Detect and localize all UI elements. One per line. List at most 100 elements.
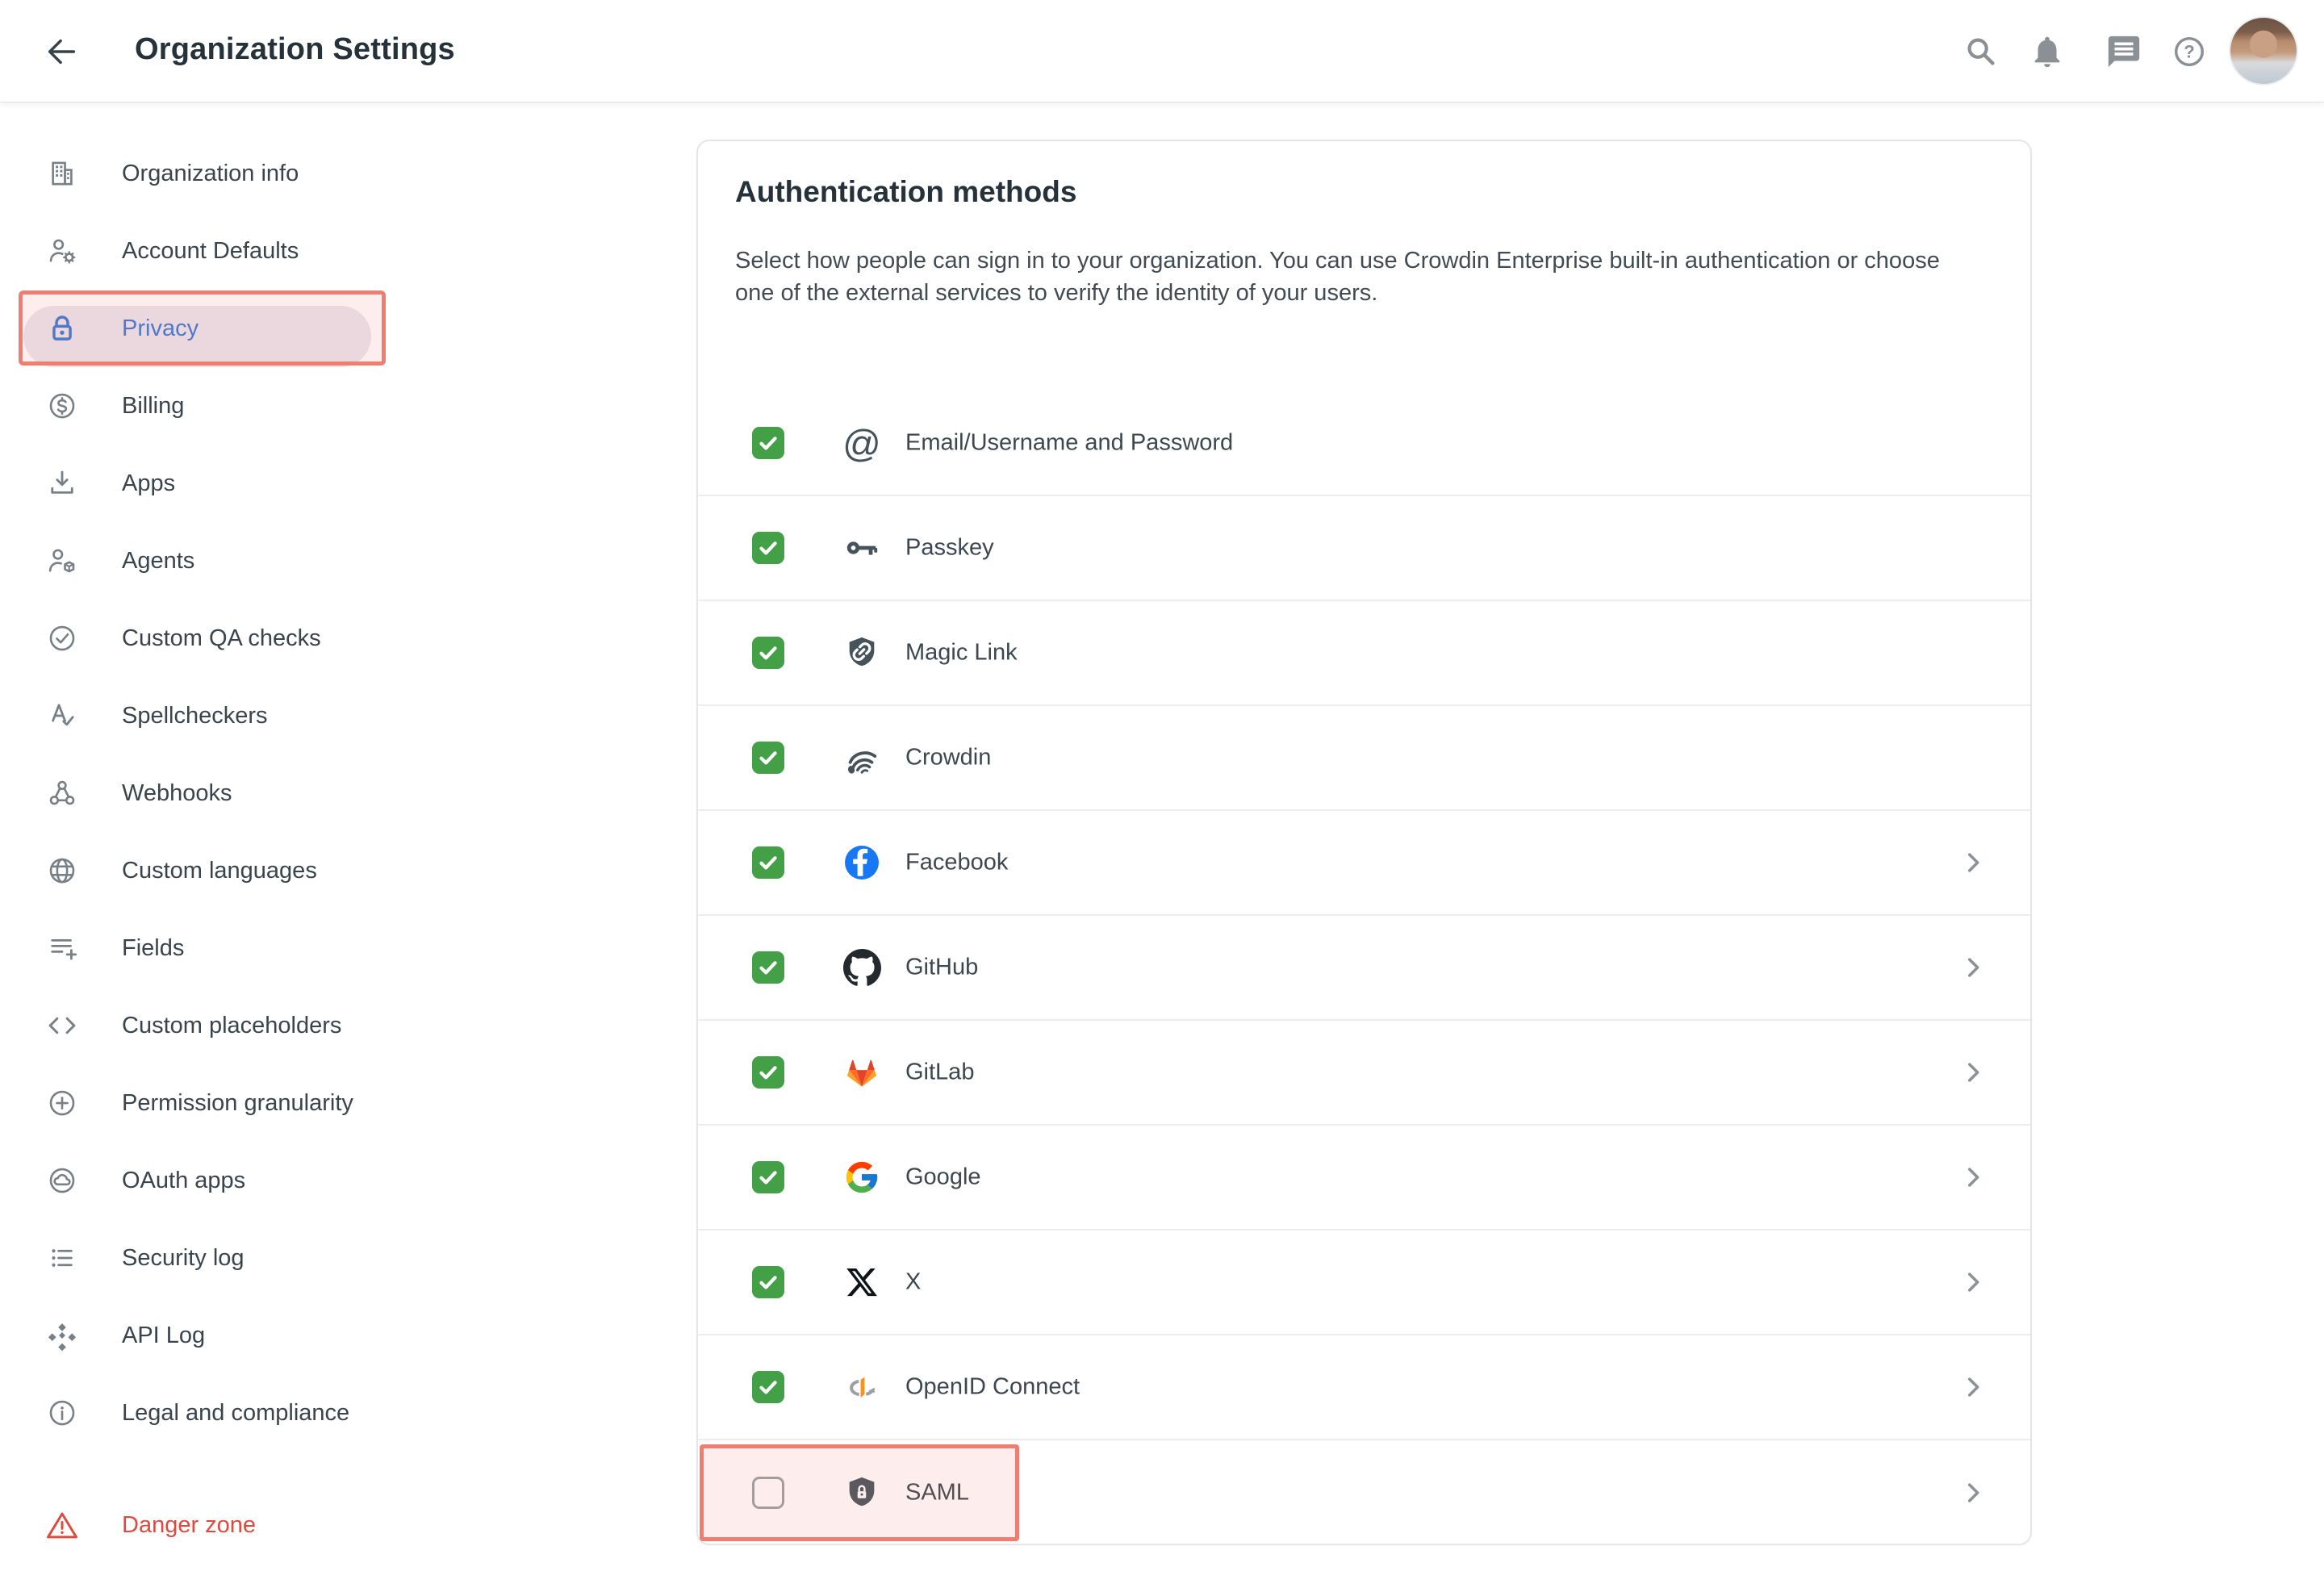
sidebar-item-label: Fields <box>122 935 184 962</box>
chevron-right-icon[interactable] <box>1958 1268 1988 1297</box>
sidebar-item-label: Apps <box>122 470 175 497</box>
auth-methods-list: @ Email/Username and Password Passkey Ma… <box>698 391 2030 1545</box>
list-icon <box>44 1240 80 1276</box>
chevron-right-icon[interactable] <box>1958 953 1988 982</box>
auth-method-label: X <box>905 1269 921 1296</box>
sidebar-item-webhooks[interactable]: Webhooks <box>0 754 436 832</box>
crowdin-icon <box>841 737 883 779</box>
auth-row-magic-link: Magic Link <box>698 601 2030 706</box>
sidebar-item-label: Spellcheckers <box>122 703 268 729</box>
auth-row-google[interactable]: Google <box>698 1126 2030 1231</box>
sidebar-item-label: Organization info <box>122 161 299 187</box>
sidebar-item-label: Agents <box>122 548 194 575</box>
sidebar-item-billing[interactable]: Billing <box>0 367 436 445</box>
sidebar-item-security-log[interactable]: Security log <box>0 1219 436 1297</box>
auth-row-crowdin: Crowdin <box>698 706 2030 811</box>
sidebar-item-spellcheckers[interactable]: Spellcheckers <box>0 677 436 754</box>
search-icon[interactable] <box>1962 33 2000 70</box>
key-icon <box>841 527 883 569</box>
x-icon <box>841 1261 883 1303</box>
messages-chat-icon[interactable] <box>2105 33 2142 70</box>
help-icon[interactable]: ? <box>2171 33 2208 70</box>
github-checkbox[interactable] <box>752 951 784 984</box>
svg-text:?: ? <box>2184 42 2194 62</box>
github-icon <box>841 947 883 988</box>
auth-row-email-username-password: @ Email/Username and Password <box>698 391 2030 496</box>
sidebar-item-danger-zone[interactable]: Danger zone <box>0 1486 436 1564</box>
spellcheck-icon <box>44 698 80 733</box>
back-button[interactable] <box>44 33 81 70</box>
sidebar-item-label: Privacy <box>122 316 199 342</box>
sidebar-item-label: Custom languages <box>122 858 317 884</box>
webhook-icon <box>44 775 80 811</box>
card-title: Authentication methods <box>735 175 2030 209</box>
sidebar-item-legal-and-compliance[interactable]: Legal and compliance <box>0 1374 436 1452</box>
sidebar-item-account-defaults[interactable]: Account Defaults <box>0 212 436 290</box>
google-checkbox[interactable] <box>752 1161 784 1193</box>
auth-row-gitlab[interactable]: GitLab <box>698 1021 2030 1126</box>
passkey-checkbox[interactable] <box>752 532 784 564</box>
globe-icon <box>44 853 80 888</box>
info-circle-icon <box>44 1395 80 1431</box>
openid-checkbox[interactable] <box>752 1371 784 1403</box>
notifications-bell-icon[interactable] <box>2029 33 2066 70</box>
warning-triangle-icon <box>44 1507 80 1543</box>
auth-row-saml[interactable]: SAML <box>698 1440 2030 1545</box>
sidebar-item-custom-placeholders[interactable]: Custom placeholders <box>0 987 436 1064</box>
chevron-right-icon[interactable] <box>1958 1058 1988 1087</box>
sidebar-item-label: Account Defaults <box>122 238 299 265</box>
top-app-bar: Organization Settings ? <box>0 0 2324 102</box>
chevron-right-icon[interactable] <box>1958 1163 1988 1192</box>
auth-row-facebook[interactable]: Facebook <box>698 811 2030 916</box>
shield-link-icon <box>841 632 883 674</box>
dollar-circle-icon <box>44 388 80 424</box>
auth-method-label: SAML <box>905 1480 969 1507</box>
chevron-right-icon[interactable] <box>1958 848 1988 877</box>
crowdin-checkbox[interactable] <box>752 742 784 774</box>
user-gear-icon <box>44 233 80 269</box>
sidebar-item-custom-qa-checks[interactable]: Custom QA checks <box>0 600 436 677</box>
building-icon <box>44 156 80 191</box>
diamonds-icon <box>44 1318 80 1353</box>
facebook-icon <box>841 842 883 884</box>
sidebar-item-apps[interactable]: Apps <box>0 445 436 522</box>
chevron-right-icon[interactable] <box>1958 1478 1988 1507</box>
sidebar-item-label: Webhooks <box>122 780 232 807</box>
at-icon: @ <box>841 422 883 464</box>
sidebar-item-custom-languages[interactable]: Custom languages <box>0 832 436 909</box>
user-avatar[interactable] <box>2229 16 2298 86</box>
facebook-checkbox[interactable] <box>752 846 784 879</box>
sidebar-item-privacy[interactable]: Privacy <box>0 290 436 367</box>
settings-sidebar: Organization info Account Defaults Priva… <box>0 102 436 1564</box>
sidebar-item-label: Permission granularity <box>122 1090 353 1117</box>
saml-checkbox[interactable] <box>752 1477 784 1509</box>
sidebar-item-organization-info[interactable]: Organization info <box>0 135 436 212</box>
auth-method-label: Magic Link <box>905 640 1018 667</box>
cloud-circle-icon <box>44 1163 80 1198</box>
sidebar-item-oauth-apps[interactable]: OAuth apps <box>0 1142 436 1219</box>
authentication-methods-card: Authentication methods Select how people… <box>696 140 2032 1545</box>
auth-method-label: Email/Username and Password <box>905 430 1233 457</box>
sidebar-item-agents[interactable]: Agents <box>0 522 436 600</box>
auth-row-github[interactable]: GitHub <box>698 916 2030 1021</box>
sidebar-item-permission-granularity[interactable]: Permission granularity <box>0 1064 436 1142</box>
sidebar-item-label: Custom placeholders <box>122 1013 341 1039</box>
download-icon <box>44 466 80 501</box>
openid-icon <box>841 1366 883 1408</box>
sidebar-item-fields[interactable]: Fields <box>0 909 436 987</box>
gitlab-checkbox[interactable] <box>752 1056 784 1089</box>
page-title: Organization Settings <box>135 32 455 67</box>
magic-link-checkbox[interactable] <box>752 637 784 669</box>
auth-row-passkey: Passkey <box>698 496 2030 601</box>
sidebar-item-label: Custom QA checks <box>122 625 321 652</box>
auth-row-x[interactable]: X <box>698 1231 2030 1335</box>
email-checkbox[interactable] <box>752 427 784 459</box>
x-checkbox[interactable] <box>752 1266 784 1298</box>
chevron-right-icon[interactable] <box>1958 1373 1988 1402</box>
list-add-icon <box>44 930 80 966</box>
check-circle-icon <box>44 621 80 656</box>
auth-row-openid-connect[interactable]: OpenID Connect <box>698 1335 2030 1440</box>
lock-icon <box>44 311 80 346</box>
sidebar-item-api-log[interactable]: API Log <box>0 1297 436 1374</box>
gitlab-icon <box>841 1051 883 1093</box>
